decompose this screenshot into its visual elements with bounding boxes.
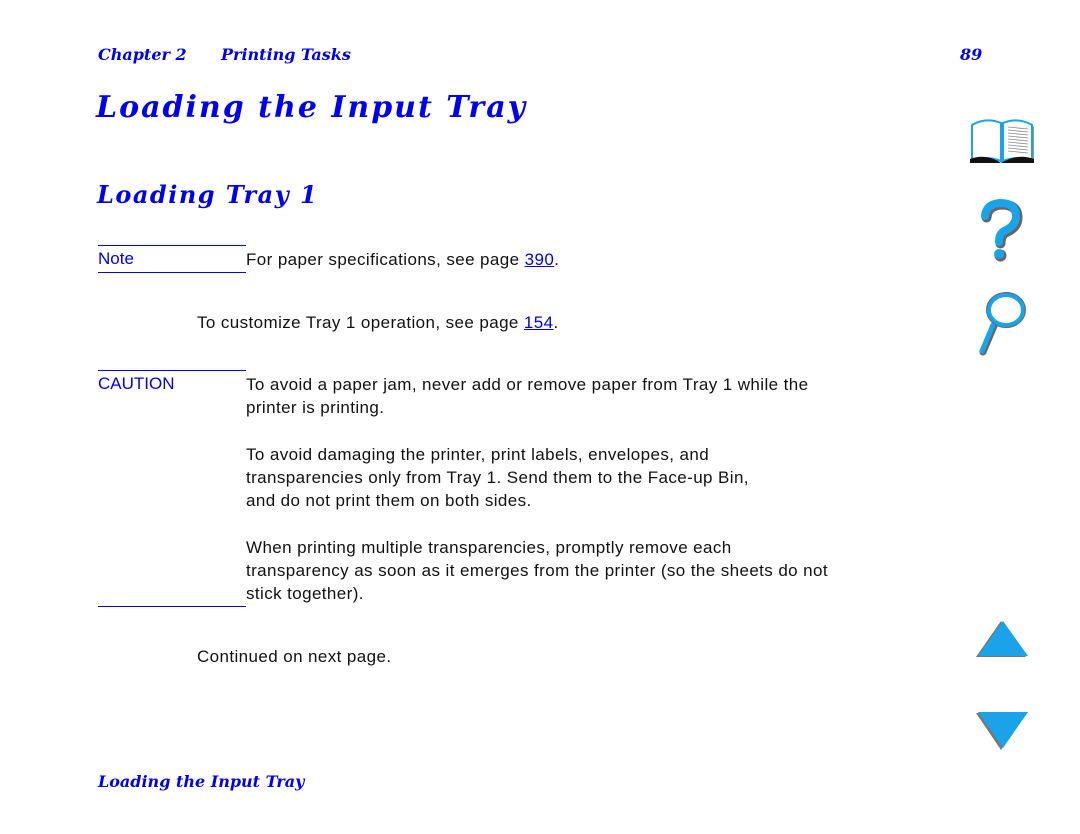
footer-section-title: Loading the Input Tray bbox=[98, 772, 305, 791]
header-chapter: Chapter 2 bbox=[98, 45, 187, 64]
continued-text: Continued on next page. bbox=[197, 647, 392, 666]
header-section: Printing Tasks bbox=[221, 45, 351, 64]
caution-line: To avoid damaging the printer, print lab… bbox=[246, 445, 710, 464]
section-subtitle: Loading Tray 1 bbox=[97, 180, 319, 209]
customize-text-before: To customize Tray 1 operation, see page bbox=[197, 313, 524, 332]
caution-line: transparency as soon as it emerges from … bbox=[246, 561, 828, 580]
page-154-link[interactable]: 154 bbox=[524, 313, 554, 332]
customize-text: To customize Tray 1 operation, see page … bbox=[197, 311, 559, 334]
search-magnifier-icon bbox=[979, 292, 1026, 356]
note-text-before: For paper specifications, see page bbox=[246, 250, 525, 269]
caution-line: stick together). bbox=[246, 584, 364, 603]
caution-line: printer is printing. bbox=[246, 398, 385, 417]
caution-line: and do not print them on both sides. bbox=[246, 491, 532, 510]
note-text: For paper specifications, see page 390. bbox=[246, 248, 559, 271]
book-icon bbox=[970, 119, 1034, 163]
help-button[interactable] bbox=[976, 198, 1026, 264]
caution-bottom-rule bbox=[98, 606, 246, 607]
book-contents-button[interactable] bbox=[968, 115, 1036, 165]
page-390-link[interactable]: 390 bbox=[525, 250, 555, 269]
caution-line: To avoid a paper jam, never add or remov… bbox=[246, 375, 809, 394]
caution-line: transparencies only from Tray 1. Send th… bbox=[246, 468, 749, 487]
note-label: Note bbox=[98, 249, 134, 268]
header-page-number: 89 bbox=[960, 45, 983, 64]
caution-line: When printing multiple transparencies, p… bbox=[246, 538, 732, 557]
note-text-after: . bbox=[554, 250, 560, 269]
previous-page-button[interactable] bbox=[974, 618, 1030, 660]
caution-label: CAUTION bbox=[98, 374, 175, 393]
caution-paragraph-3: When printing multiple transparencies, p… bbox=[246, 536, 828, 605]
next-page-arrow-icon bbox=[976, 712, 1028, 750]
help-question-icon bbox=[981, 198, 1023, 262]
caution-paragraph-1: To avoid a paper jam, never add or remov… bbox=[246, 373, 808, 419]
search-button[interactable] bbox=[976, 290, 1026, 356]
next-page-button[interactable] bbox=[974, 708, 1030, 752]
customize-text-after: . bbox=[553, 313, 559, 332]
previous-page-arrow-icon bbox=[976, 621, 1028, 657]
page-title: Loading the Input Tray bbox=[96, 90, 528, 125]
caution-top-rule bbox=[98, 370, 246, 371]
caution-paragraph-2: To avoid damaging the printer, print lab… bbox=[246, 443, 749, 512]
note-top-rule bbox=[98, 245, 246, 246]
note-bottom-rule bbox=[98, 272, 246, 273]
